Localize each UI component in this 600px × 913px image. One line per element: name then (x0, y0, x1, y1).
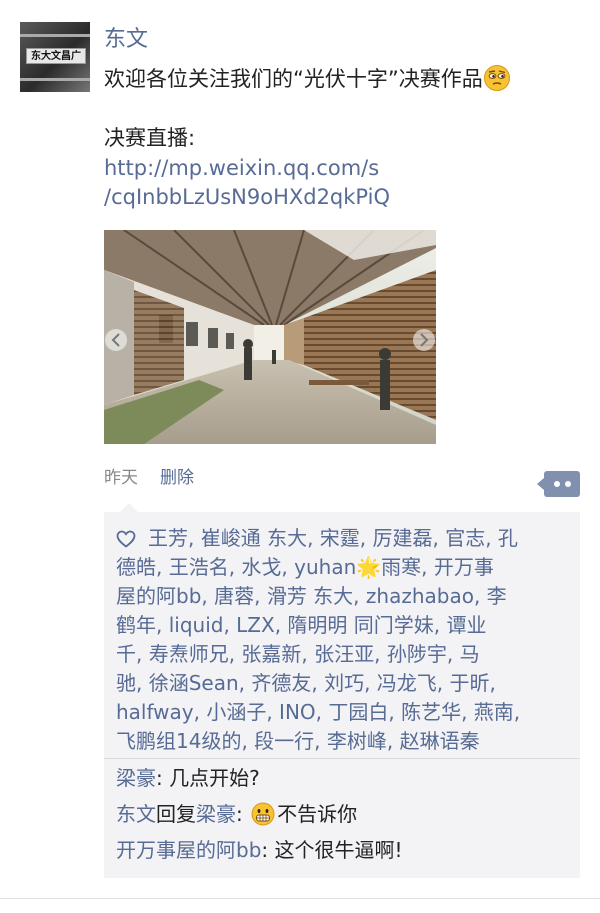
likes-names[interactable]: 王芳, 崔峻通 东大, 宋霆, 厉建磊, 官志, 孔 德皓, 王浩名, 水戈, … (116, 526, 520, 753)
comment-item[interactable]: 东文回复梁豪: 不告诉你 (116, 800, 357, 828)
comment-text: : 几点开始? (156, 766, 260, 790)
comment-area: 王芳, 崔峻通 东大, 宋霆, 厉建磊, 官志, 孔 德皓, 王浩名, 水戈, … (104, 503, 580, 878)
comment-item[interactable]: 梁豪: 几点开始? (116, 764, 260, 792)
comment-author[interactable]: 开万事屋的阿bb (116, 838, 261, 862)
reply-word: 回复 (156, 802, 196, 826)
post-text: 欢迎各位关注我们的“光伏十字”决赛作品 (104, 67, 483, 91)
comment-author[interactable]: 梁豪 (116, 766, 156, 790)
live-link-line-1[interactable]: http://mp.weixin.qq.com/s (104, 154, 379, 183)
likes-list: 王芳, 崔峻通 东大, 宋霆, 厉建磊, 官志, 孔 德皓, 王浩名, 水戈, … (116, 524, 572, 756)
more-dot-icon (554, 481, 560, 487)
more-actions-button[interactable] (537, 471, 580, 497)
delete-button[interactable]: 删除 (160, 466, 194, 490)
live-link-line-2[interactable]: /cqInbbLzUsN9oHXd2qkPiQ (104, 183, 390, 212)
live-label: 决赛直播: (104, 126, 196, 150)
post-photo[interactable] (104, 230, 436, 444)
reply-target[interactable]: 梁豪 (196, 802, 236, 826)
architecture-rendering-image (104, 230, 436, 444)
thinking-emoji-icon (483, 65, 510, 91)
grinning-emoji-icon (251, 802, 275, 826)
comment-item[interactable]: 开万事屋的阿bb: 这个很牛逼啊! (116, 836, 403, 864)
author-avatar[interactable]: 东大文昌广 (20, 22, 90, 92)
comment-text: : 这个很牛逼啊! (261, 838, 403, 862)
post-time: 昨天 (104, 468, 138, 488)
likes-comments-divider (104, 758, 580, 759)
reply-colon: : (236, 802, 243, 826)
avatar-sign-text: 东大文昌广 (26, 48, 86, 64)
comment-text: 不告诉你 (277, 802, 358, 826)
post-text-line: 欢迎各位关注我们的“光伏十字”决赛作品 (104, 64, 511, 93)
author-name[interactable]: 东文 (104, 26, 148, 54)
more-dot-icon (565, 481, 571, 487)
feed-separator (0, 898, 600, 899)
comment-author[interactable]: 东文 (116, 802, 156, 826)
